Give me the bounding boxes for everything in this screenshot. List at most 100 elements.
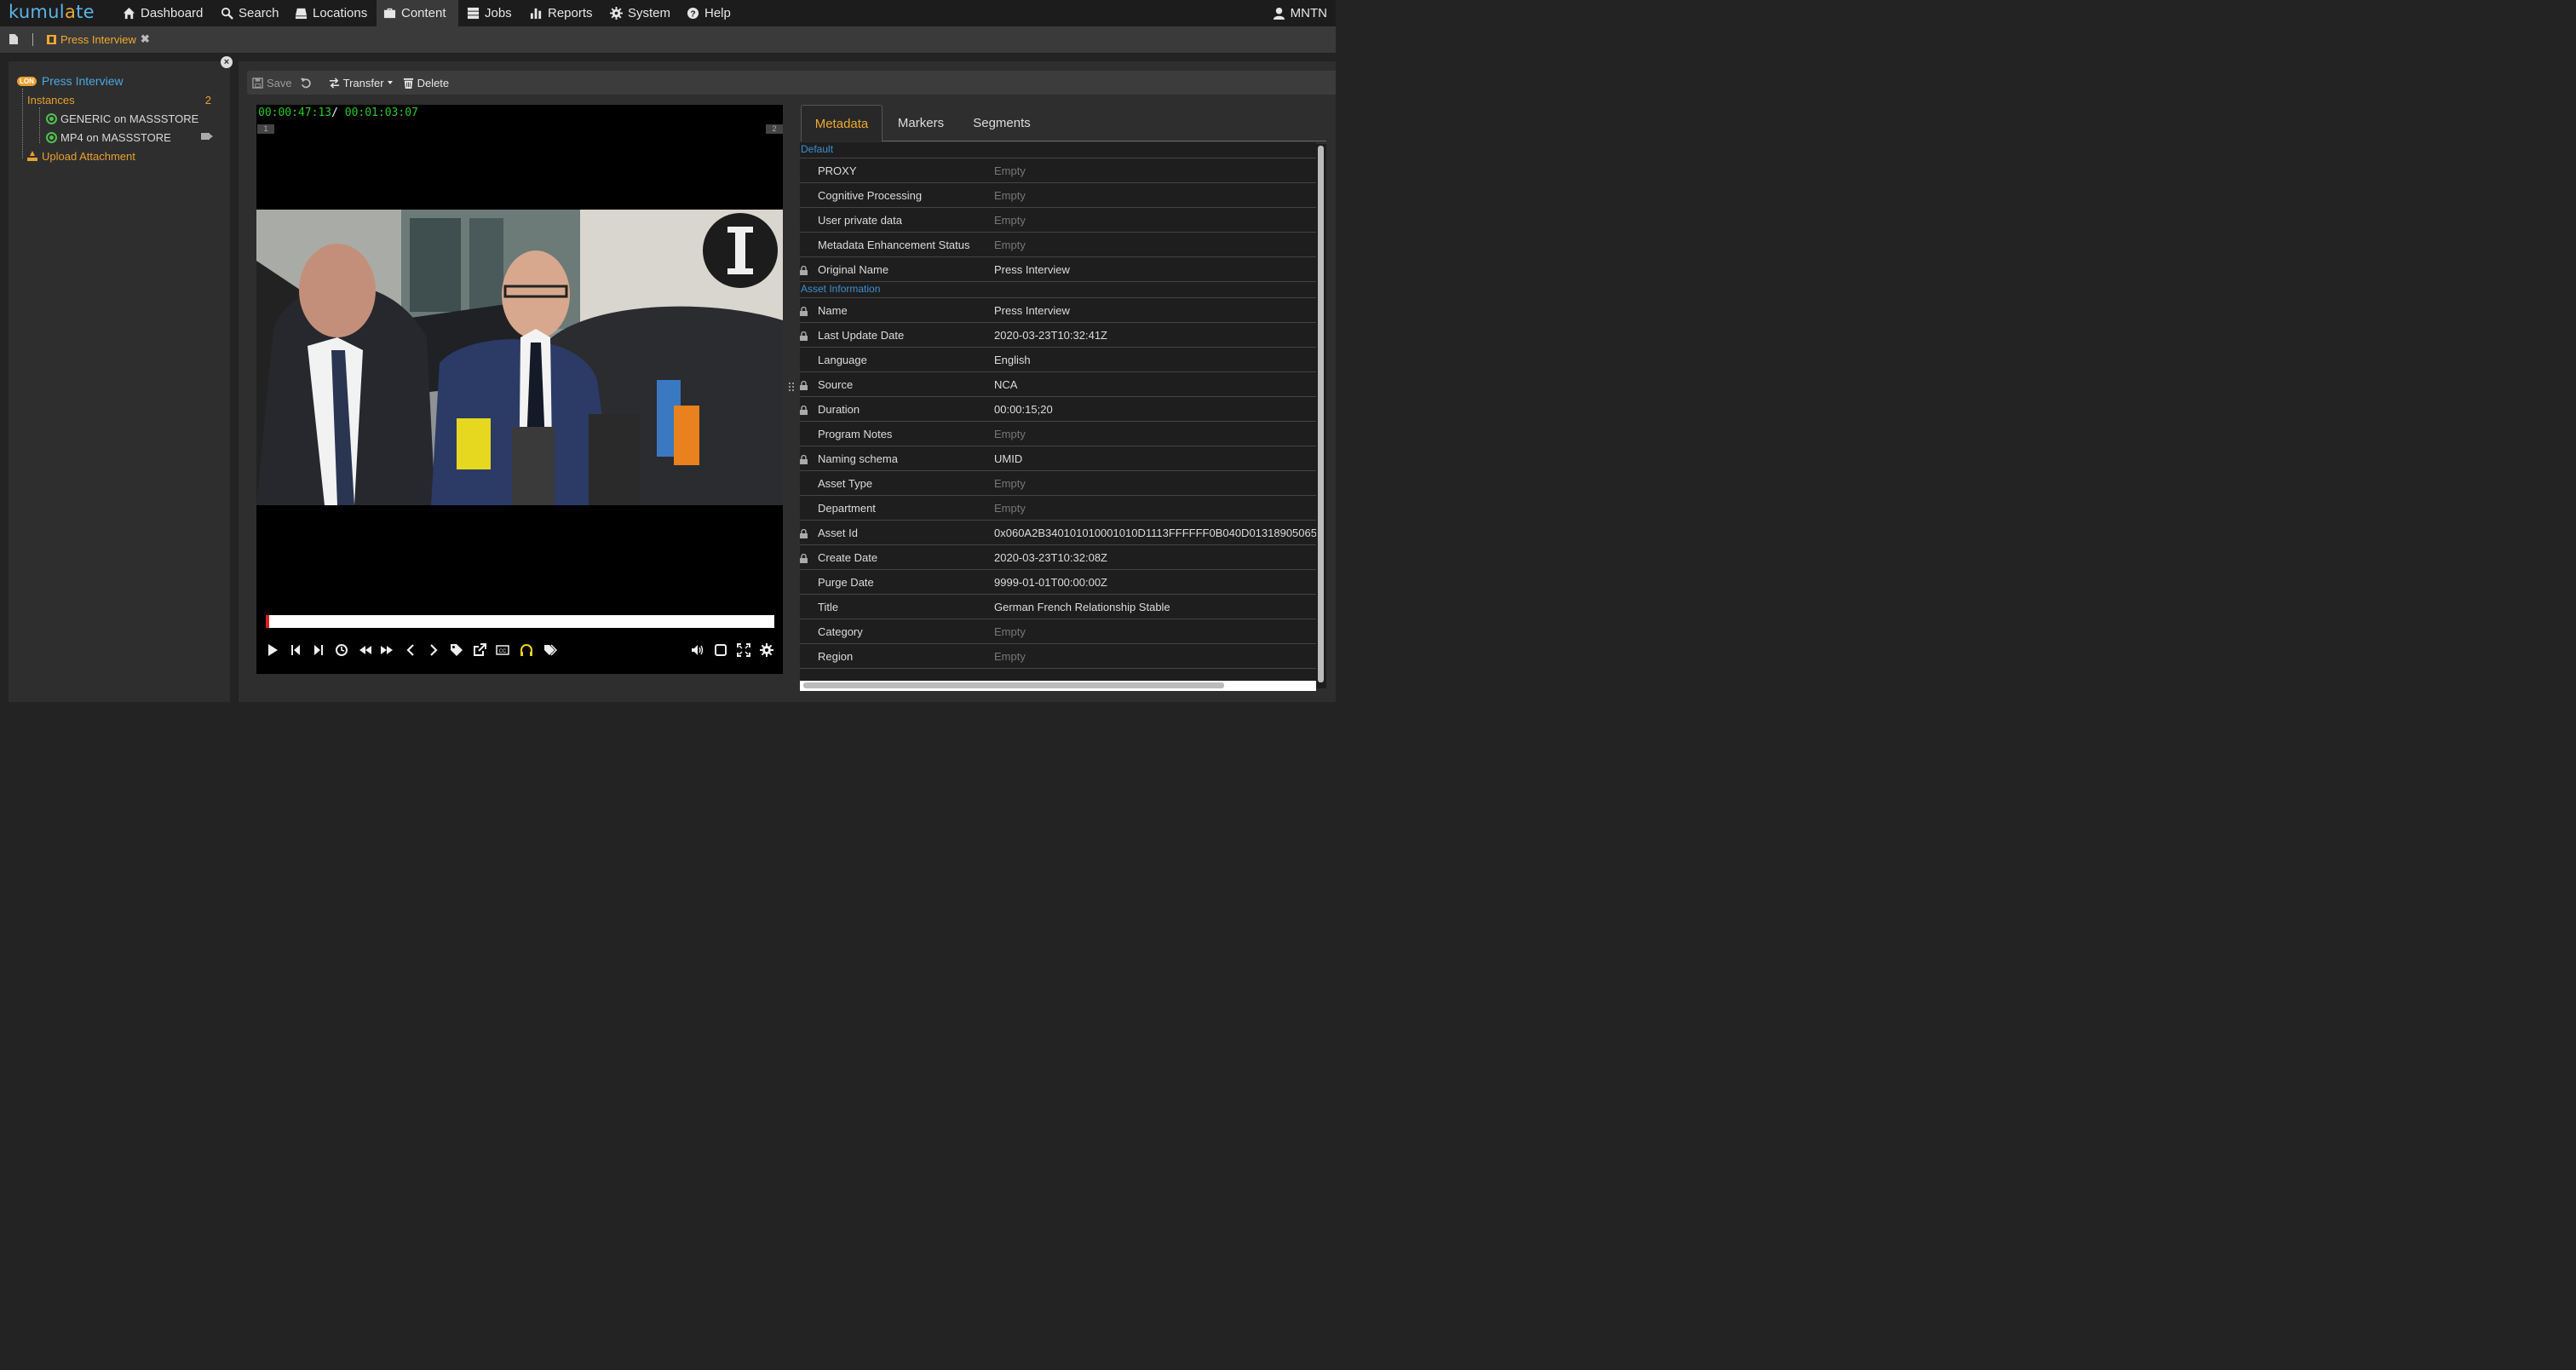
metadata-value[interactable]: Empty bbox=[994, 502, 1026, 515]
metadata-value[interactable]: Empty bbox=[994, 625, 1026, 638]
closed-caption-button[interactable]: CC bbox=[494, 642, 511, 659]
headphones-icon bbox=[520, 644, 532, 656]
player-settings-button[interactable] bbox=[758, 642, 775, 659]
metadata-value[interactable]: German French Relationship Stable bbox=[994, 601, 1170, 613]
video-frame[interactable] bbox=[256, 210, 783, 505]
save-icon bbox=[252, 77, 263, 89]
metadata-value[interactable]: Empty bbox=[994, 428, 1026, 440]
metadata-row[interactable]: Name Press Interview bbox=[800, 298, 1316, 323]
metadata-value[interactable]: English bbox=[994, 354, 1031, 366]
instance-item[interactable]: GENERIC on MASSSTORE bbox=[17, 109, 221, 128]
metadata-row[interactable]: Category Empty bbox=[800, 619, 1316, 644]
audio-tracks-button[interactable] bbox=[518, 642, 535, 659]
location-badge: LON bbox=[17, 76, 37, 86]
metadata-label: Source bbox=[818, 377, 854, 391]
transfer-button[interactable]: Transfer bbox=[324, 71, 398, 95]
video-camera-icon[interactable] bbox=[201, 133, 213, 140]
nav-label: Search bbox=[239, 6, 279, 20]
save-button[interactable]: Save bbox=[247, 71, 297, 95]
go-to-end-button[interactable] bbox=[310, 642, 327, 659]
metadata-row[interactable]: Department Empty bbox=[800, 496, 1316, 521]
timecode-display: 00:00:47:13/ 00:01:03:07 bbox=[258, 106, 418, 119]
delete-button[interactable]: Delete bbox=[398, 71, 455, 95]
video-player[interactable]: 00:00:47:13/ 00:01:03:07 1 2 CC bbox=[256, 105, 783, 674]
metadata-section-header[interactable]: Asset Information bbox=[800, 282, 1316, 298]
nav-locations[interactable]: Locations bbox=[288, 0, 374, 26]
play-button[interactable] bbox=[264, 642, 281, 659]
go-to-start-button[interactable] bbox=[287, 642, 304, 659]
metadata-row[interactable]: Last Update Date 2020-03-23T10:32:41Z bbox=[800, 323, 1316, 348]
metadata-row[interactable]: Purge Date 9999-01-01T00:00:00Z bbox=[800, 570, 1316, 595]
metadata-row[interactable]: Original Name Press Interview bbox=[800, 257, 1316, 282]
export-button[interactable] bbox=[471, 642, 488, 659]
instances-node[interactable]: Instances 2 bbox=[17, 90, 221, 109]
nav-reports[interactable]: Reports bbox=[523, 0, 600, 26]
nav-search[interactable]: Search bbox=[214, 0, 286, 26]
upload-attachment[interactable]: Upload Attachment bbox=[17, 147, 221, 165]
metadata-row[interactable]: Program Notes Empty bbox=[800, 422, 1316, 446]
asset-tab[interactable]: Press Interview ✖ bbox=[47, 32, 150, 46]
tab-metadata[interactable]: Metadata bbox=[801, 105, 883, 141]
metadata-row[interactable]: Source NCA bbox=[800, 372, 1316, 397]
nav-content[interactable]: Content bbox=[377, 0, 458, 26]
tab-segments[interactable]: Segments bbox=[963, 105, 1041, 141]
marker-in[interactable]: 1 bbox=[257, 124, 274, 134]
fullscreen-button[interactable] bbox=[735, 642, 752, 659]
metadata-row[interactable]: User private data Empty bbox=[800, 208, 1316, 233]
kumulate-logo[interactable]: kumulate bbox=[9, 2, 95, 22]
safe-area-button[interactable] bbox=[712, 642, 729, 659]
metadata-value[interactable]: Empty bbox=[994, 239, 1026, 251]
tags-button[interactable] bbox=[542, 642, 559, 659]
metadata-row[interactable]: Region Empty bbox=[800, 644, 1316, 669]
nav-system[interactable]: System bbox=[603, 0, 677, 26]
scrollbar-thumb[interactable] bbox=[1318, 146, 1324, 682]
metadata-row[interactable]: Naming schema UMID bbox=[800, 446, 1316, 471]
revert-button[interactable] bbox=[297, 71, 324, 95]
metadata-row[interactable]: Title German French Relationship Stable bbox=[800, 595, 1316, 619]
metadata-row[interactable]: PROXY Empty bbox=[800, 158, 1316, 183]
metadata-row[interactable]: Asset Id 0x060A2B340101010001010D1113FFFF… bbox=[800, 521, 1316, 545]
metadata-row[interactable]: Cognitive Processing Empty bbox=[800, 183, 1316, 208]
square-icon bbox=[715, 644, 727, 656]
nav-jobs[interactable]: Jobs bbox=[460, 0, 519, 26]
new-document-icon[interactable] bbox=[9, 34, 18, 44]
marker-out[interactable]: 2 bbox=[766, 124, 783, 134]
asset-tab-bar: Press Interview ✖ bbox=[0, 26, 1336, 53]
fast-forward-button[interactable] bbox=[378, 642, 395, 659]
metadata-value[interactable]: Empty bbox=[994, 477, 1026, 490]
close-tab-icon[interactable]: ✖ bbox=[141, 32, 150, 46]
tree-root[interactable]: LON Press Interview bbox=[17, 72, 221, 90]
vertical-scrollbar[interactable] bbox=[1316, 144, 1326, 688]
horizontal-scrollbar[interactable] bbox=[800, 681, 1316, 691]
jog-button[interactable] bbox=[333, 642, 350, 659]
instance-status-icon bbox=[46, 112, 57, 124]
metadata-label: Cognitive Processing bbox=[818, 188, 923, 202]
panel-resize-handle[interactable] bbox=[788, 382, 795, 394]
nav-help[interactable]: ? Help bbox=[680, 0, 738, 26]
metadata-row[interactable]: Language English bbox=[800, 348, 1316, 372]
add-marker-button[interactable] bbox=[448, 642, 465, 659]
nav-dashboard[interactable]: Dashboard bbox=[116, 0, 210, 26]
metadata-row[interactable]: Asset Type Empty bbox=[800, 471, 1316, 496]
next-frame-button[interactable] bbox=[425, 642, 442, 659]
metadata-value[interactable]: 9999-01-01T00:00:00Z bbox=[994, 576, 1107, 589]
metadata-value[interactable]: Empty bbox=[994, 214, 1026, 227]
metadata-row[interactable]: Create Date 2020-03-23T10:32:08Z bbox=[800, 545, 1316, 570]
metadata-section-header[interactable]: Default bbox=[800, 142, 1316, 158]
metadata-value[interactable]: Empty bbox=[994, 650, 1026, 663]
clock-icon bbox=[336, 644, 348, 656]
rewind-button[interactable] bbox=[357, 642, 374, 659]
metadata-row[interactable]: Duration 00:00:15;20 bbox=[800, 397, 1316, 422]
metadata-value[interactable]: Empty bbox=[994, 164, 1026, 177]
instance-item[interactable]: MP4 on MASSSTORE bbox=[17, 128, 221, 147]
user-menu[interactable]: MNTN bbox=[1273, 0, 1327, 26]
scrollbar-thumb[interactable] bbox=[803, 682, 1224, 688]
timeline-scrubber[interactable] bbox=[266, 615, 774, 628]
metadata-row[interactable]: Metadata Enhancement Status Empty bbox=[800, 233, 1316, 257]
volume-button[interactable] bbox=[689, 642, 706, 659]
previous-frame-button[interactable] bbox=[402, 642, 419, 659]
tab-markers[interactable]: Markers bbox=[886, 105, 956, 141]
play-icon bbox=[268, 644, 278, 656]
close-panel-icon[interactable]: × bbox=[221, 56, 233, 68]
metadata-value[interactable]: Empty bbox=[994, 189, 1026, 202]
